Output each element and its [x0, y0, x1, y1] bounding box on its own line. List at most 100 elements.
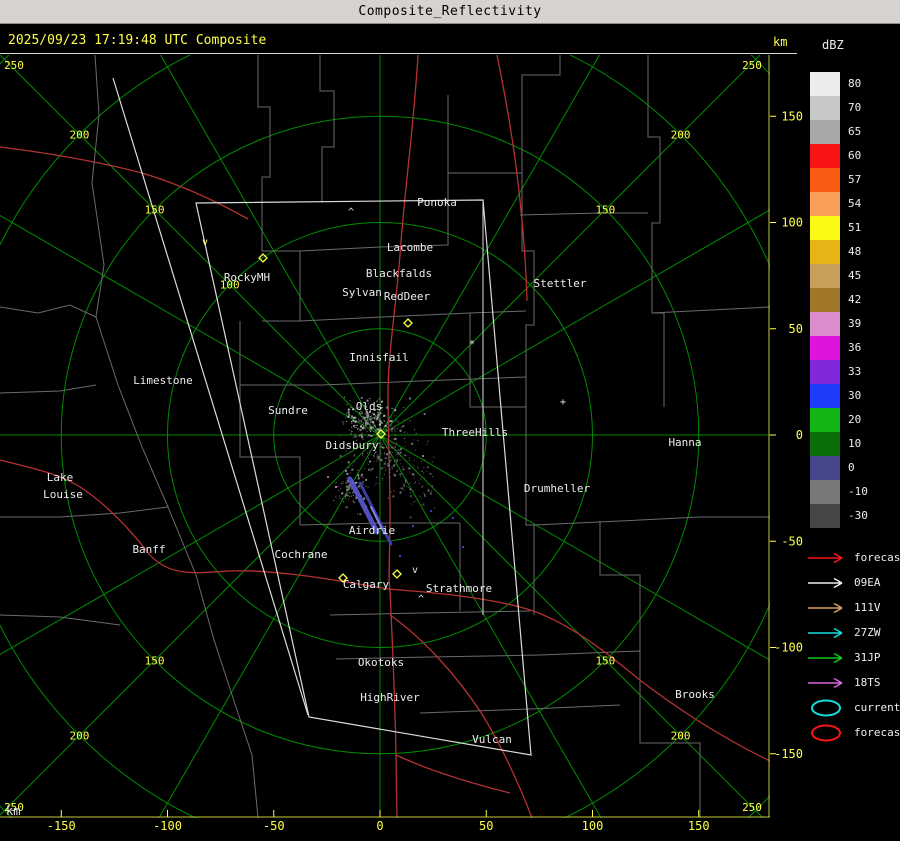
echo-speckle: [404, 431, 406, 433]
echo-speckle: [383, 428, 384, 430]
echo-speckle: [400, 427, 402, 429]
echo-speckle: [346, 489, 347, 491]
echo-speckle: [340, 483, 342, 485]
right-tick-label: -150: [774, 747, 803, 761]
echo-speckle: [401, 412, 403, 414]
echo-speckle: [362, 453, 364, 455]
legend-item: current: [806, 695, 900, 720]
echo-speckle: [358, 420, 360, 422]
echo-speckle: [364, 427, 366, 429]
echo-speckle: [342, 481, 344, 483]
echo-speckle: [413, 473, 415, 475]
echo-speckle: [352, 494, 354, 496]
echo-speckle: [367, 420, 369, 422]
bottom-tick-label: 0: [376, 819, 384, 833]
echo-speckle: [354, 501, 356, 503]
echo-speckle: [373, 416, 376, 419]
echo-speckle: [346, 478, 348, 479]
echo-speckle: [374, 419, 376, 421]
echo-speckle: [346, 485, 349, 488]
colorbar-value-label: -30: [848, 509, 868, 522]
echo-speckle: [357, 428, 358, 430]
city-label: Limestone: [133, 374, 193, 387]
echo-speckle: [377, 476, 378, 478]
echo-speckle: [361, 473, 363, 475]
echo-speckle: [403, 446, 405, 448]
colorbar-row: 48: [810, 240, 868, 264]
echo-speckle: [371, 417, 372, 419]
echo-speckle: [409, 495, 412, 498]
colorbar-swatch: [810, 360, 840, 384]
echo-speckle: [380, 434, 382, 436]
echo-speckle: [372, 454, 375, 457]
colorbar-value-label: 36: [848, 341, 862, 354]
echo-speckle: [386, 464, 388, 466]
echo-speckle: [373, 431, 375, 433]
colorbar-row: 30: [810, 384, 868, 408]
arrow-glyph: [808, 552, 843, 563]
colorbar-swatch: [810, 480, 840, 504]
echo-speckle: [373, 457, 375, 459]
echo-speckle: [397, 448, 400, 451]
echo-speckle: [395, 421, 397, 423]
county-boundary: [521, 173, 535, 407]
echo-speckle: [393, 425, 396, 428]
echo-speckle: [375, 425, 376, 427]
echo-speckle: [378, 419, 380, 421]
echo-speckle: [383, 462, 386, 465]
echo-speckle: [370, 469, 372, 471]
echo-speckle: [394, 428, 396, 430]
echo-dot: [452, 517, 454, 519]
echo-speckle: [382, 422, 384, 424]
echo-speckle: [348, 498, 350, 500]
county-boundary: [469, 313, 535, 615]
echo-speckle: [390, 454, 392, 456]
echo-speckle: [371, 427, 373, 429]
echo-speckle: [418, 483, 420, 484]
colorbar-value-label: 70: [848, 101, 862, 114]
echo-speckle: [389, 420, 392, 423]
echo-speckle: [389, 451, 391, 452]
right-tick-label: -50: [781, 534, 803, 548]
radial-line: [379, 434, 770, 661]
echo-speckle: [397, 422, 399, 424]
echo-speckle: [405, 454, 407, 456]
echo-speckle: [406, 460, 408, 462]
echo-speckle: [403, 419, 405, 421]
ring-distance-label: 150: [145, 204, 165, 217]
echo-speckle: [351, 492, 353, 494]
echo-speckle: [429, 492, 432, 495]
colorbar-value-label: 54: [848, 197, 862, 210]
echo-speckle: [363, 481, 365, 483]
colorbar-swatch: [810, 264, 840, 288]
echo-speckle: [407, 487, 409, 488]
county-boundary: [91, 55, 259, 818]
radar-stage: 2025/09/23 17:19:48 UTC Composite km 100…: [0, 24, 900, 841]
legend-ellipse-icon: [811, 699, 841, 716]
echo-speckle: [431, 485, 434, 488]
echo-speckle: [386, 430, 388, 432]
echo-speckle: [393, 438, 395, 440]
echo-speckle: [355, 424, 357, 426]
echo-speckle: [357, 424, 358, 426]
colorbar-value-label: 51: [848, 221, 862, 234]
colorbar-swatch: [810, 216, 840, 240]
echo-speckle: [394, 460, 396, 463]
echo-speckle: [403, 489, 405, 491]
echo-speckle: [338, 472, 340, 474]
echo-speckle: [415, 481, 416, 483]
echo-speckle: [354, 435, 357, 438]
echo-speckle: [362, 483, 364, 485]
echo-speckle: [352, 425, 355, 428]
echo-speckle: [376, 456, 378, 458]
echo-speckle: [365, 485, 367, 487]
colorbar-row: 54: [810, 192, 868, 216]
echo-speckle: [352, 431, 353, 433]
county-boundary: [647, 55, 665, 407]
echo-speckle: [388, 435, 390, 437]
echo-speckle: [421, 486, 423, 488]
echo-speckle: [392, 466, 394, 468]
echo-speckle: [384, 452, 386, 453]
echo-speckle: [347, 461, 350, 464]
city-label: Vulcan: [472, 733, 512, 746]
